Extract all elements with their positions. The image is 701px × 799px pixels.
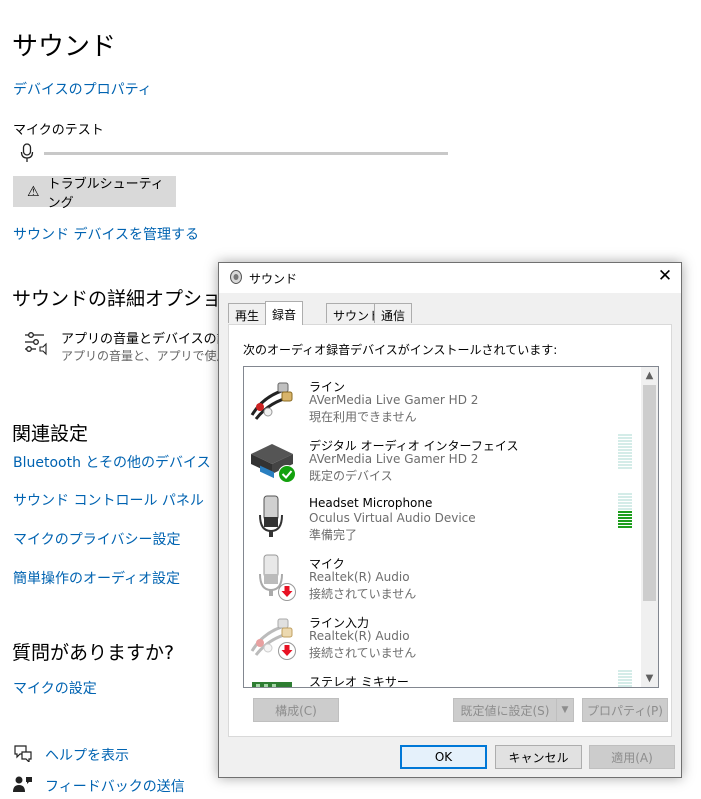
troubleshoot-button[interactable]: ⚠ トラブルシューティング — [13, 176, 176, 211]
device-name: ステレオ ミキサー — [309, 675, 409, 688]
dialog-titlebar[interactable]: サウンド ✕ — [219, 263, 681, 293]
list-item[interactable]: ステレオ ミキサー — [244, 664, 640, 688]
device-name: Headset Microphone — [309, 496, 433, 510]
feedback-link[interactable]: フィードバックの送信 — [45, 776, 185, 796]
app-volume-title[interactable]: アプリの音量とデバイスの設定 — [61, 328, 243, 347]
close-icon[interactable]: ✕ — [655, 266, 675, 286]
warning-icon: ⚠ — [27, 183, 40, 200]
sound-dialog: サウンド ✕ 再生 録音 サウンド 通信 次のオーディオ録音デバイスがインストー… — [218, 262, 682, 778]
scroll-down-icon[interactable]: ▼ — [641, 670, 658, 687]
device-status: 既定のデバイス — [309, 469, 393, 483]
list-item[interactable]: デジタル オーディオ インターフェイス AVerMedia Live Gamer… — [244, 428, 640, 487]
tab-playback[interactable]: 再生 — [228, 303, 267, 323]
headset-microphone-icon — [259, 495, 283, 537]
line-in-cable-icon — [250, 382, 293, 420]
device-driver: AVerMedia Live Gamer HD 2 — [309, 393, 479, 407]
device-driver: AVerMedia Live Gamer HD 2 — [309, 452, 479, 466]
mic-settings-link[interactable]: マイクの設定 — [13, 678, 97, 698]
recording-panel: 次のオーディオ録音デバイスがインストールされています: ライン AVerMedi… — [228, 324, 672, 737]
device-properties-link[interactable]: デバイスのプロパティ — [13, 79, 152, 99]
related-link-accessibility-audio[interactable]: 簡単操作のオーディオ設定 — [13, 568, 180, 588]
tab-communications[interactable]: 通信 — [374, 303, 413, 323]
app-volume-desc: アプリの音量と、アプリで使用す — [61, 349, 241, 363]
apply-button[interactable]: 適用(A) — [589, 745, 675, 769]
troubleshoot-label: トラブルシューティング — [47, 176, 164, 211]
level-meter — [618, 434, 632, 470]
instruction-text: 次のオーディオ録音デバイスがインストールされています: — [243, 343, 558, 357]
level-meter — [618, 493, 632, 529]
question-heading: 質問がありますか? — [12, 642, 175, 664]
scroll-up-icon[interactable]: ▲ — [641, 367, 658, 384]
device-driver: Realtek(R) Audio — [309, 629, 410, 643]
set-default-button[interactable]: 既定値に設定(S) — [453, 698, 557, 722]
cancel-button[interactable]: キャンセル — [495, 745, 582, 769]
dialog-title: サウンド — [249, 272, 298, 286]
help-icon — [14, 745, 32, 762]
list-item[interactable]: Headset Microphone Oculus Virtual Audio … — [244, 487, 640, 546]
mic-test-label: マイクのテスト — [13, 123, 104, 138]
device-list-scrollbar[interactable]: ▲ ▼ — [641, 367, 658, 687]
list-item[interactable]: マイク Realtek(R) Audio 接続されていません — [244, 546, 640, 605]
mic-level-bar — [44, 152, 448, 155]
default-check-icon — [278, 465, 296, 483]
device-driver: Oculus Virtual Audio Device — [309, 511, 476, 525]
list-item[interactable]: ライン入力 Realtek(R) Audio 接続されていません — [244, 605, 640, 664]
speaker-icon — [230, 270, 242, 284]
tab-recording[interactable]: 録音 — [265, 301, 304, 325]
volume-mixer-icon[interactable] — [24, 331, 50, 357]
help-link[interactable]: ヘルプを表示 — [45, 745, 129, 765]
microphone-icon — [20, 143, 34, 162]
advanced-heading: サウンドの詳細オプション — [12, 288, 241, 310]
related-link-mic-privacy[interactable]: マイクのプライバシー設定 — [13, 529, 180, 549]
device-status: 接続されていません — [309, 587, 417, 601]
stereo-mixer-icon — [252, 682, 292, 687]
device-status: 準備完了 — [309, 528, 358, 542]
device-status: 接続されていません — [309, 646, 417, 660]
set-default-dropdown-icon[interactable]: ▼ — [556, 698, 574, 722]
page-title: サウンド — [12, 32, 117, 62]
related-link-sound-control-panel[interactable]: サウンド コントロール パネル — [13, 490, 204, 510]
configure-button[interactable]: 構成(C) — [253, 698, 339, 722]
properties-button[interactable]: プロパティ(P) — [582, 698, 668, 722]
level-meter — [618, 670, 632, 687]
ok-button[interactable]: OK — [400, 745, 487, 769]
scroll-thumb[interactable] — [643, 385, 656, 601]
disconnected-arrow-icon — [278, 642, 296, 660]
feedback-icon — [13, 776, 32, 792]
disconnected-arrow-icon — [278, 583, 296, 601]
related-heading: 関連設定 — [12, 423, 89, 445]
related-link-bluetooth[interactable]: Bluetooth とその他のデバイス — [13, 452, 211, 472]
device-status: 現在利用できません — [309, 410, 417, 424]
list-item[interactable]: ライン AVerMedia Live Gamer HD 2 現在利用できません — [244, 369, 640, 428]
device-driver: Realtek(R) Audio — [309, 570, 410, 584]
device-list[interactable]: ライン AVerMedia Live Gamer HD 2 現在利用できません … — [243, 366, 659, 688]
manage-devices-link[interactable]: サウンド デバイスを管理する — [13, 224, 199, 244]
